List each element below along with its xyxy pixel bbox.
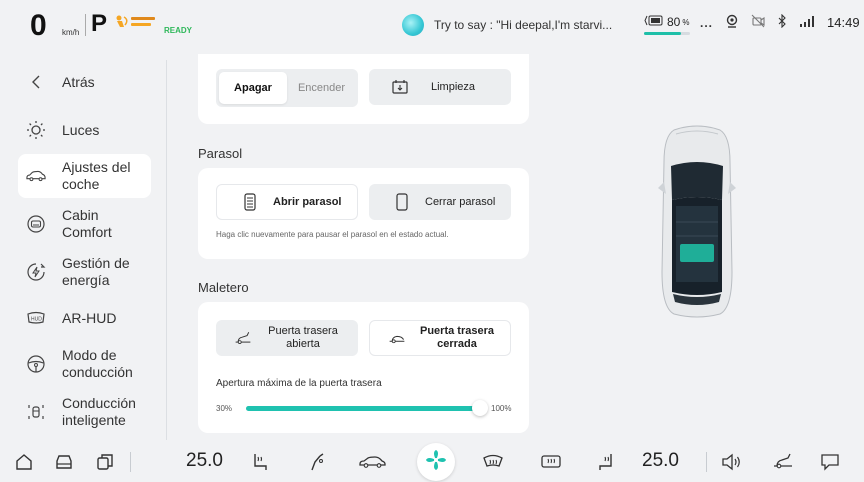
slider-knob[interactable] [472, 400, 488, 416]
toggle-apagar[interactable]: Apagar [219, 72, 287, 104]
sidebar-item-label: Cabin Comfort [62, 207, 112, 240]
seat-adjust-icon[interactable] [306, 452, 326, 472]
hud-icon: HUD [26, 308, 46, 328]
chevron-left-icon [26, 72, 46, 92]
temp-left[interactable]: 25.0 [186, 450, 223, 472]
tailgate-closed-icon [388, 329, 406, 347]
driver-monitor-icon [725, 14, 739, 31]
open-parasol-button[interactable]: Abrir parasol [216, 184, 358, 220]
sidebar-item-label: Ajustes del coche [62, 159, 131, 192]
home-icon[interactable] [14, 453, 34, 471]
back-label: Atrás [62, 73, 95, 90]
rear-defrost-icon[interactable] [540, 452, 562, 472]
ready-indicator: READY [164, 26, 193, 35]
sidebar-item-modo-conduccion[interactable]: Modo de conducción [18, 342, 151, 386]
speed-unit: km/h [62, 28, 80, 37]
parasol-title: Parasol [198, 146, 243, 161]
battery-icon [644, 15, 664, 29]
bottom-divider [706, 452, 707, 472]
open-parasol-label: Abrir parasol [273, 196, 342, 208]
battery-value: 80 [667, 15, 681, 29]
voice-hint: Try to say : "Hi deepal,I'm starvi... [434, 18, 613, 32]
system-icons: ... 14:49 [700, 13, 860, 31]
gear-indicator: P [91, 10, 108, 37]
front-defrost-icon[interactable] [482, 452, 504, 472]
signal-icon [799, 15, 815, 30]
slider-min-label: 30% [216, 404, 233, 413]
car-front-icon[interactable] [53, 453, 75, 471]
multitask-icon[interactable] [96, 453, 114, 471]
close-parasol-label: Cerrar parasol [425, 196, 496, 208]
slider-max-label: 100% [491, 404, 512, 413]
close-parasol-button[interactable]: Cerrar parasol [369, 184, 511, 220]
smart-driving-icon [26, 402, 46, 422]
tailgate-slider-label: Apertura máxima de la puerta trasera [216, 378, 382, 389]
more-icon[interactable]: ... [700, 16, 713, 30]
cleaning-button[interactable]: Limpieza [369, 69, 511, 105]
sidebar-item-label: Gestión de energía [62, 255, 130, 288]
status-divider [85, 14, 86, 36]
tailgate-closed-button[interactable]: Puerta trasera cerrada [369, 320, 511, 356]
cleaning-label: Limpieza [431, 81, 476, 93]
slider-fill [246, 406, 484, 411]
svg-text:HUD: HUD [31, 317, 42, 323]
clock: 14:49 [827, 15, 860, 30]
seat-heat-left-icon[interactable] [250, 452, 270, 472]
status-bar: 0 km/h P READY Try to say : "Hi deepal,I… [0, 0, 864, 50]
message-icon[interactable] [820, 452, 840, 472]
tailgate-quick-icon[interactable] [772, 452, 794, 472]
wiper-toggle[interactable]: Apagar Encender [216, 69, 358, 107]
tailgate-opening-slider[interactable] [246, 406, 484, 411]
sidebar-item-ajustes-coche[interactable]: Ajustes del coche [18, 154, 151, 198]
tailgate-open-label: Puerta trasera abierta [268, 325, 338, 350]
camera-off-icon [751, 14, 765, 31]
parasol-hint: Haga clic nuevamente para pausar el para… [216, 230, 449, 239]
sidebar-item-luces[interactable]: Luces [18, 108, 151, 152]
sidebar-item-conduccion-inteligente[interactable]: Conducción inteligente [18, 390, 151, 434]
sidebar-item-label: Luces [62, 121, 100, 138]
tailgate-closed-label: Puerta trasera cerrada [420, 325, 494, 350]
toggle-encender[interactable]: Encender [288, 72, 355, 104]
energy-icon [26, 262, 46, 282]
sidebar-item-label: Conducción inteligente [62, 395, 136, 428]
maletero-title: Maletero [198, 280, 249, 295]
sidebar-divider [166, 60, 167, 440]
fan-button[interactable] [417, 443, 455, 481]
parasol-open-icon [241, 193, 259, 211]
sidebar-item-cabin-comfort[interactable]: Cabin Comfort [18, 202, 151, 246]
battery-level-bar [644, 32, 690, 35]
battery-level-fill [644, 32, 681, 35]
cabin-icon [26, 214, 46, 234]
seat-heat-right-icon[interactable] [596, 452, 616, 472]
sun-icon [26, 120, 46, 140]
sidebar-item-ar-hud[interactable]: HUD AR-HUD [18, 296, 151, 340]
sidebar-item-label: Modo de conducción [62, 347, 133, 380]
bluetooth-icon [777, 13, 787, 31]
car-side-icon[interactable] [358, 455, 386, 469]
battery-indicator: 80 % [644, 15, 689, 29]
steering-wheel-icon [26, 354, 46, 374]
tailgate-open-button[interactable]: Puerta trasera abierta [216, 320, 358, 356]
bottom-divider [130, 452, 131, 472]
passenger-airbag-off-icon [115, 14, 163, 30]
tailgate-open-icon [234, 329, 252, 347]
voice-assistant[interactable]: Try to say : "Hi deepal,I'm starvi... [402, 12, 612, 38]
speed-value: 0 [30, 9, 47, 42]
parasol-close-icon [393, 193, 411, 211]
sidebar-item-label: AR-HUD [62, 309, 117, 326]
temp-right[interactable]: 25.0 [642, 450, 679, 472]
voice-orb-icon [402, 14, 424, 36]
volume-icon[interactable] [720, 452, 742, 472]
fan-icon [424, 448, 448, 477]
car-top-view [654, 122, 740, 318]
battery-unit: % [682, 17, 690, 27]
sidebar-item-gestion-energia[interactable]: Gestión de energía [18, 250, 151, 294]
wiper-clean-icon [391, 78, 409, 96]
back-button[interactable]: Atrás [18, 60, 151, 104]
car-outline-icon [26, 166, 46, 186]
